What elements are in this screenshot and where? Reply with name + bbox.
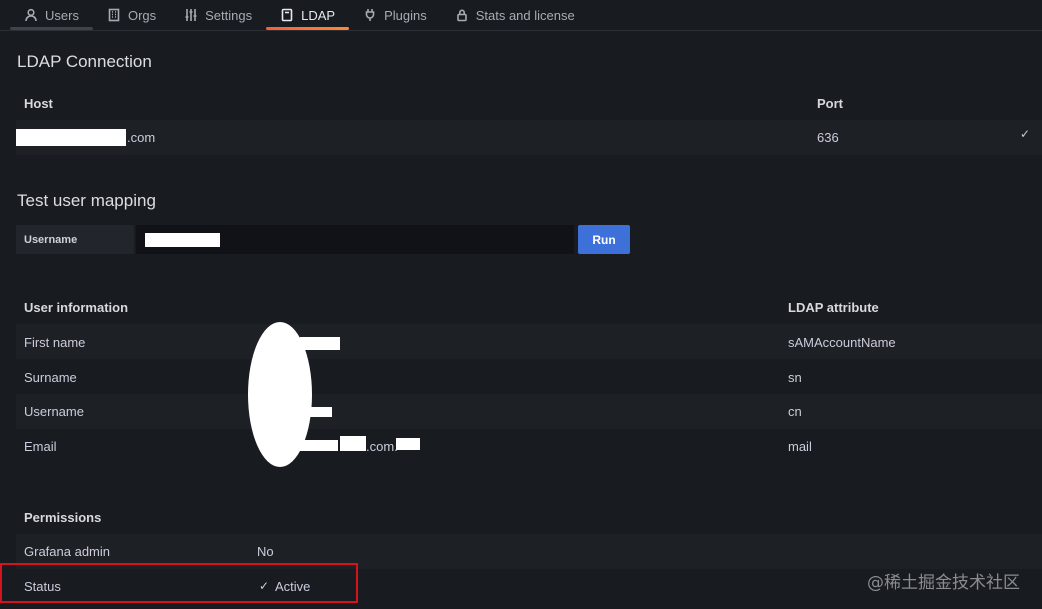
first-name-attribute: sAMAccountName [788,335,896,350]
port-header: Port [817,96,843,111]
redacted-email-b [340,436,366,451]
tab-ldap-label: LDAP [301,7,336,23]
first-name-label: First name [24,335,86,350]
username-row-label: Username [24,404,84,419]
host-header: Host [24,96,53,111]
surname-label: Surname [24,370,77,385]
port-value: 636 [817,130,839,145]
tab-stats-and-license[interactable]: Stats and license [441,0,589,30]
redaction-blob [248,322,312,467]
tab-settings[interactable]: Settings [170,0,266,30]
email-attribute: mail [788,439,812,454]
email-label: Email [24,439,57,454]
tab-bar: Users Orgs Settings LDAP Plugins Stats a… [0,0,1042,31]
surname-attribute: sn [788,370,802,385]
tab-plugins-label: Plugins [384,7,427,23]
table-row [16,428,1042,463]
tab-users[interactable]: Users [10,0,93,30]
user-info-header: User information [24,300,129,315]
status-highlight-box [0,563,358,603]
run-button[interactable]: Run [578,225,630,254]
ldap-connection-title: LDAP Connection [17,52,152,71]
building-icon [108,8,120,22]
redacted-username [145,233,220,247]
tab-stats-label: Stats and license [475,7,575,23]
grafana-admin-label: Grafana admin [24,544,110,559]
tab-orgs-label: Orgs [127,7,157,23]
redacted-email-c [396,438,420,450]
permissions-header: Permissions [24,510,102,525]
username-label: Username [16,225,134,254]
book-icon [281,8,293,22]
connection-row [16,120,1042,155]
tab-orgs[interactable]: Orgs [93,0,170,30]
ldap-attribute-header: LDAP attribute [788,300,879,315]
tab-ldap[interactable]: LDAP [266,0,350,30]
tab-settings-label: Settings [205,7,253,23]
test-mapping-title: Test user mapping [17,191,156,210]
plug-icon [365,9,375,21]
tab-plugins[interactable]: Plugins [349,0,441,30]
username-attribute: cn [788,404,802,419]
email-value-fragment: .com. [366,439,398,454]
lock-icon [456,9,467,22]
tab-users-label: Users [45,7,79,23]
check-icon: ✓ [1020,127,1031,141]
grafana-admin-value: No [257,544,274,559]
table-row [16,359,1042,394]
user-icon [25,8,37,22]
redacted-host [16,129,126,146]
sliders-icon [185,9,197,21]
watermark: @稀土掘金技术社区 [867,573,1020,593]
redacted-first-name [300,337,340,350]
table-row [16,394,1042,429]
redacted-email-a [300,440,338,451]
host-suffix: .com [127,130,156,145]
